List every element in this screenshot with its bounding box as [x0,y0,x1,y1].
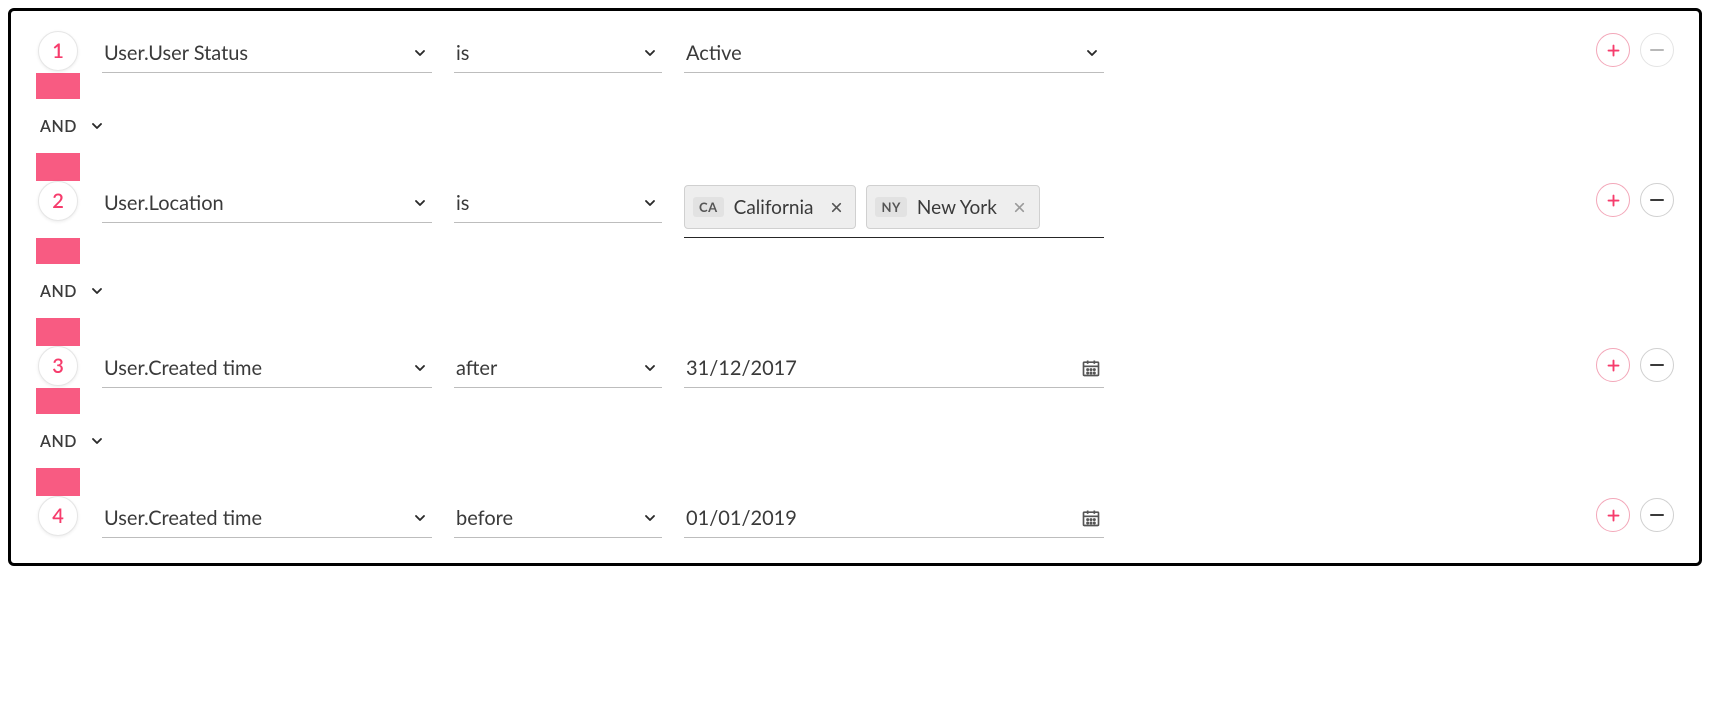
tag-chip: CA California [684,185,856,229]
calendar-icon [1080,357,1102,379]
chevron-down-icon [410,358,430,378]
date-value: 31/12/2017 [686,356,797,380]
field-select[interactable]: User.Created time [102,500,432,538]
field-select[interactable]: User.User Status [102,35,432,73]
filter-builder: 1 User.User Status is Active [8,8,1702,566]
remove-condition-button[interactable] [1640,498,1674,532]
add-condition-button[interactable] [1596,33,1630,67]
connector-select[interactable] [87,422,107,460]
condition-number-badge: 2 [38,181,78,221]
chevron-down-icon [640,193,660,213]
chevron-down-icon [87,116,107,136]
tag-chip: NY New York [866,185,1039,229]
add-condition-button[interactable] [1596,183,1630,217]
condition-number: 2 [52,189,64,213]
chevron-down-icon [87,431,107,451]
condition-number-badge: 1 [38,31,78,71]
date-input[interactable]: 31/12/2017 [684,350,1104,388]
operator-select[interactable]: is [454,185,662,223]
connector-label: AND [40,117,77,136]
field-text: User.Location [104,191,224,215]
chevron-down-icon [410,43,430,63]
remove-condition-button[interactable] [1640,348,1674,382]
chevron-down-icon [640,358,660,378]
tag-label: California [734,196,814,219]
field-text: User.Created time [104,506,262,530]
date-value: 01/01/2019 [686,506,797,530]
operator-select[interactable]: is [454,35,662,73]
condition-row: 3 User.Created time after 31/12/2017 [36,346,1674,388]
close-icon[interactable] [1011,198,1029,216]
condition-number-badge: 3 [38,346,78,386]
operator-text: is [456,41,469,65]
add-condition-button[interactable] [1596,498,1630,532]
value-text: Active [686,41,742,65]
remove-condition-button[interactable] [1640,33,1674,67]
tag-input[interactable]: CA California NY New York [684,185,1104,238]
close-icon[interactable] [827,198,845,216]
chevron-down-icon [410,193,430,213]
operator-select[interactable]: after [454,350,662,388]
connector-line-top [36,388,1674,414]
connector-select[interactable] [87,107,107,145]
connector-line-bottom [36,153,1674,181]
connector-line-top [36,73,1674,99]
operator-text: before [456,506,513,530]
connector-select[interactable] [87,272,107,310]
chevron-down-icon [410,508,430,528]
operator-select[interactable]: before [454,500,662,538]
remove-condition-button[interactable] [1640,183,1674,217]
chevron-down-icon [640,43,660,63]
connector-line-top [36,238,1674,264]
connector-label: AND [40,282,77,301]
field-text: User.Created time [104,356,262,380]
chevron-down-icon [640,508,660,528]
value-select[interactable]: Active [684,35,1104,73]
condition-row: 2 User.Location is CA California NY [36,181,1674,238]
date-input[interactable]: 01/01/2019 [684,500,1104,538]
condition-number: 3 [52,354,64,378]
connector-label: AND [40,432,77,451]
chevron-down-icon [1082,43,1102,63]
condition-row: 1 User.User Status is Active [36,31,1674,73]
operator-text: after [456,356,497,380]
tag-label: New York [917,196,997,219]
operator-text: is [456,191,469,215]
add-condition-button[interactable] [1596,348,1630,382]
field-text: User.User Status [104,41,248,65]
chevron-down-icon [87,281,107,301]
condition-number: 4 [52,504,64,528]
calendar-icon [1080,507,1102,529]
field-select[interactable]: User.Created time [102,350,432,388]
condition-number: 1 [52,39,64,63]
condition-row: 4 User.Created time before 01/01/2019 [36,496,1674,538]
connector-line-bottom [36,468,1674,496]
tag-abbrev: NY [875,197,906,217]
connector-line-bottom [36,318,1674,346]
tag-abbrev: CA [693,197,724,217]
field-select[interactable]: User.Location [102,185,432,223]
condition-number-badge: 4 [38,496,78,536]
